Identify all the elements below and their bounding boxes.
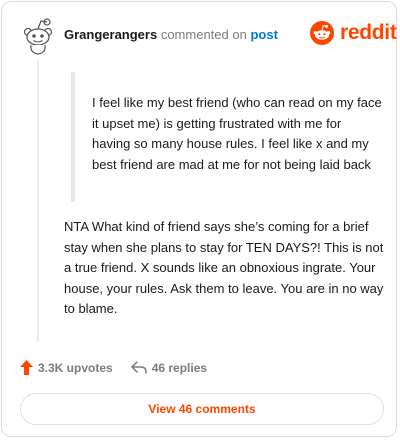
user-avatar[interactable] (20, 17, 56, 55)
reddit-wordmark: reddit (340, 21, 397, 44)
username-link[interactable]: Grangerangers (64, 27, 157, 42)
upvote-arrow-icon (20, 360, 33, 375)
reddit-snoo-icon (310, 21, 334, 45)
comment-header: Grangerangers commented on post (64, 27, 278, 43)
reddit-brand[interactable]: reddit (310, 21, 397, 45)
comment-card: Grangerangers commented on post reddit I… (1, 1, 397, 437)
upvote-count: 3.3K upvotes (38, 360, 113, 375)
reply-count: 46 replies (151, 360, 208, 375)
upvote-button[interactable]: 3.3K upvotes (20, 360, 113, 375)
comment-body: NTA What kind of friend says she’s comin… (64, 219, 384, 316)
commented-on-label: commented on (160, 27, 247, 42)
comment-actions: 3.3K upvotes 46 replies (20, 360, 207, 375)
reply-arrow-icon (130, 361, 147, 374)
parent-quote-text: I feel like my best friend (who can read… (92, 95, 382, 172)
post-link[interactable]: post (250, 27, 277, 42)
snoo-avatar-icon (23, 18, 53, 55)
thread-line (37, 60, 39, 342)
view-comments-button[interactable]: View 46 comments (20, 393, 384, 425)
quote-bar (71, 72, 75, 202)
replies-button[interactable]: 46 replies (130, 360, 208, 375)
